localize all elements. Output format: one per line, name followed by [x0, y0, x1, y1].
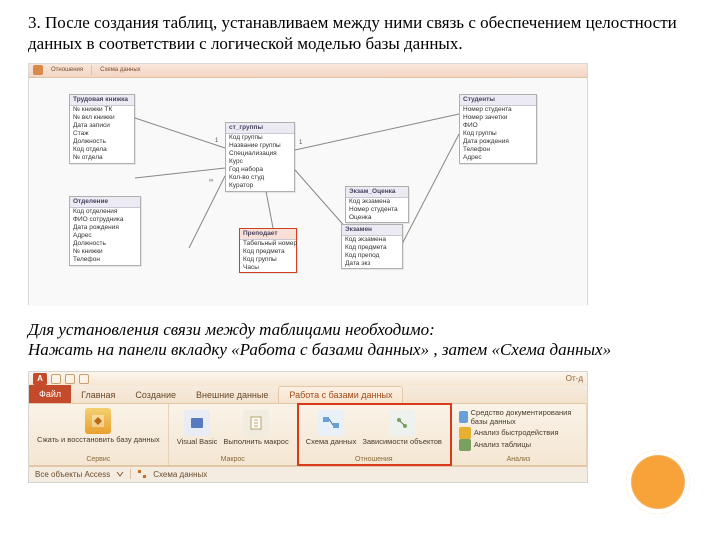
table-box[interactable]: ст_группы Код группыНазвание группыСпеци… — [225, 122, 295, 192]
table-box-highlight[interactable]: Преподает Табельный номерКод предметаКод… — [239, 228, 297, 274]
schema-ribbon: Отношения Схема данных — [29, 64, 587, 78]
schema-screenshot: Отношения Схема данных 1 1 ∞ Трудовая кн… — [28, 63, 588, 305]
table-box[interactable]: Экзам_Оценка Код экзаменаНомер студентаО… — [345, 186, 409, 224]
relation-mini-icon — [137, 469, 147, 479]
schema-data-button[interactable]: Схема данных — [306, 410, 357, 446]
schema-ribbon-label-2: Схема данных — [100, 67, 141, 73]
nav-sheet-label[interactable]: Схема данных — [153, 470, 207, 479]
compact-repair-button[interactable]: Сжать и восстановить базу данных — [37, 408, 160, 444]
table-box[interactable]: Трудовая книжка № книжки ТК№ вкл книжкиД… — [69, 94, 135, 164]
tab-database-tools[interactable]: Работа с базами данных — [278, 386, 403, 403]
visual-basic-button[interactable]: Visual Basic — [177, 410, 218, 446]
title-right: От-д — [566, 374, 583, 383]
group-service: Сжать и восстановить базу данных Сервис — [29, 404, 169, 465]
table-box[interactable]: Студенты Номер студентаНомер зачеткиФИОК… — [459, 94, 537, 164]
visual-basic-icon — [184, 410, 210, 436]
doc-tool-button[interactable]: Средство документирования базы данных — [459, 408, 578, 428]
file-tab[interactable]: Файл — [29, 385, 71, 403]
table-header: ст_группы — [226, 123, 294, 134]
ribbon-tabs: Файл Главная Создание Внешние данные Раб… — [29, 386, 587, 404]
table-header: Экзамен — [342, 225, 402, 236]
group-macros: Visual Basic Выполнить макрос Макрос — [169, 404, 298, 465]
table-header: Экзам_Оценка — [346, 187, 408, 198]
table-header: Преподает — [240, 229, 296, 240]
group-analyze: Средство документирования базы данных Ан… — [451, 404, 587, 465]
run-macro-icon — [243, 410, 269, 436]
titlebar: A От-д — [29, 372, 587, 386]
object-deps-icon — [389, 410, 415, 436]
tab-create[interactable]: Создание — [125, 387, 186, 403]
group-label: Анализ — [459, 454, 578, 463]
compact-repair-icon — [85, 408, 111, 434]
chevron-down-icon[interactable] — [116, 470, 124, 478]
doc-tool-icon — [459, 411, 468, 423]
group-relations-highlight: Схема данных Зависимости объектов Отноше… — [298, 404, 451, 465]
table-box[interactable]: Отделение Код отделенияФИО сотрудникаДат… — [69, 196, 141, 266]
relation-icon — [33, 65, 43, 75]
perf-analyze-button[interactable]: Анализ быстродействия — [459, 427, 559, 439]
run-macro-button[interactable]: Выполнить макрос — [223, 410, 288, 446]
table-header: Студенты — [460, 95, 536, 106]
tab-external-data[interactable]: Внешние данные — [186, 387, 278, 403]
app-icon: A — [33, 373, 47, 385]
instruction-heading: 3. После создания таблиц, устанавливаем … — [28, 12, 680, 55]
object-deps-label: Зависимости объектов — [362, 438, 442, 446]
group-label: Макрос — [177, 454, 289, 463]
quick-access-toolbar — [51, 374, 89, 384]
nav-pane-header: Все объекты Access Схема данных — [29, 466, 587, 482]
instruction-sub-1: Для установления связи между таблицами н… — [28, 319, 680, 341]
schema-ribbon-label-1: Отношения — [51, 67, 83, 73]
qat-save-icon[interactable] — [51, 374, 61, 384]
table-analyze-icon — [459, 439, 471, 451]
qat-undo-icon[interactable] — [65, 374, 75, 384]
ribbon-body: Сжать и восстановить базу данных Сервис … — [29, 404, 587, 466]
instruction-sub-2: Нажать на панели вкладку «Работа с базам… — [28, 339, 680, 361]
group-label: Сервис — [37, 454, 160, 463]
perf-analyze-icon — [459, 427, 471, 439]
decorative-circle — [626, 450, 690, 514]
schema-data-label: Схема данных — [306, 438, 357, 446]
run-macro-label: Выполнить макрос — [223, 438, 288, 446]
tab-home[interactable]: Главная — [71, 387, 125, 403]
table-header: Отделение — [70, 197, 140, 208]
visual-basic-label: Visual Basic — [177, 438, 218, 446]
table-analyze-button[interactable]: Анализ таблицы — [459, 439, 531, 451]
schema-data-icon — [318, 410, 344, 436]
group-label: Отношения — [306, 454, 442, 463]
compact-repair-label: Сжать и восстановить базу данных — [37, 436, 160, 444]
nav-label[interactable]: Все объекты Access — [35, 470, 110, 479]
ribbon-screenshot: A От-д Файл Главная Создание Внешние дан… — [28, 371, 588, 483]
object-deps-button[interactable]: Зависимости объектов — [362, 410, 442, 446]
qat-redo-icon[interactable] — [79, 374, 89, 384]
table-header: Трудовая книжка — [70, 95, 134, 106]
table-box[interactable]: Экзамен Код экзаменаКод предметаКод преп… — [341, 224, 403, 270]
